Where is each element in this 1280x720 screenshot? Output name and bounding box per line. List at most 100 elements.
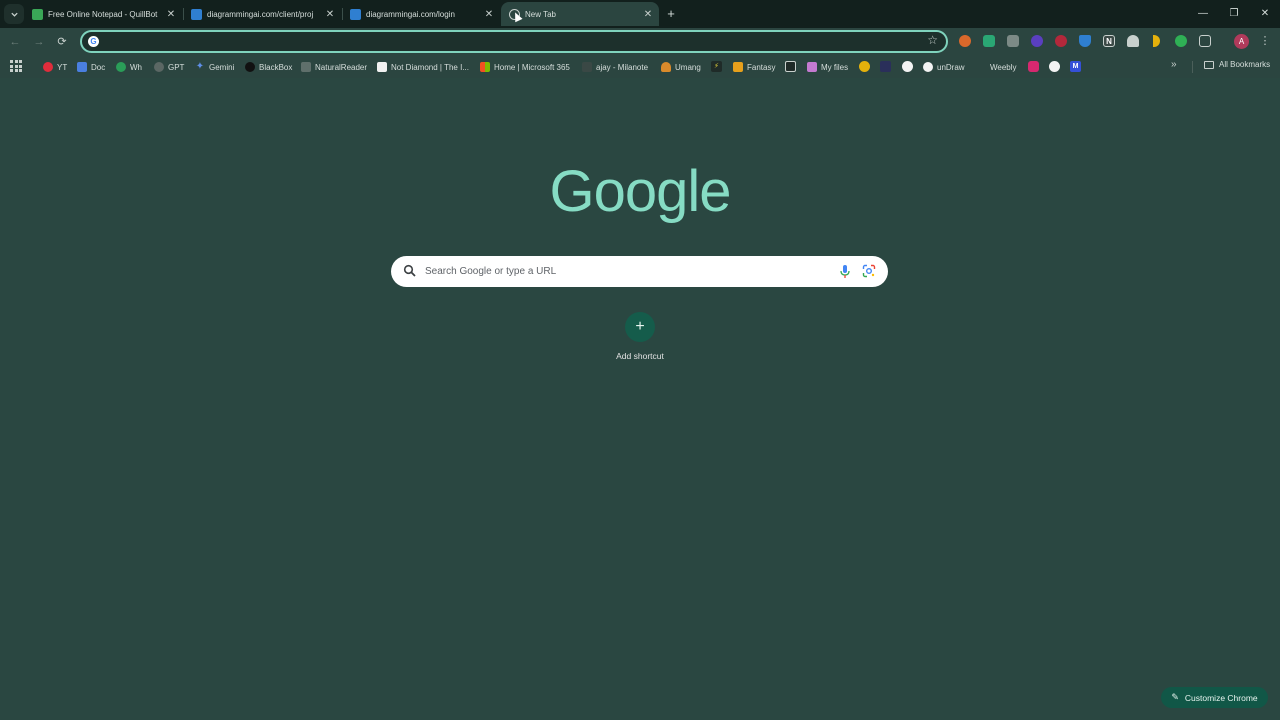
- bookmarks-divider: [1192, 61, 1193, 73]
- bolt-icon[interactable]: ⚡: [711, 61, 722, 72]
- bookmarks-overflow-button[interactable]: »: [1171, 59, 1177, 70]
- add-shortcut-button[interactable]: + Add shortcut: [600, 312, 680, 361]
- customize-chrome-label: Customize Chrome: [1184, 692, 1258, 703]
- tab-close-icon[interactable]: ✕: [323, 9, 337, 20]
- quillbot-icon: [32, 8, 43, 20]
- customize-chrome-button[interactable]: ✎ Customize Chrome: [1161, 687, 1268, 708]
- google-logo: Google: [549, 159, 731, 224]
- circle-icon[interactable]: [1049, 61, 1060, 72]
- bookmark-label: Fantasy: [747, 62, 776, 72]
- bookmark-umang[interactable]: Umang: [661, 60, 701, 74]
- instagram-icon[interactable]: [1028, 61, 1039, 72]
- extension-greenlink-icon[interactable]: [1175, 35, 1187, 47]
- close-window-button[interactable]: ✕: [1257, 6, 1273, 22]
- puzzle-icon[interactable]: [1199, 35, 1211, 47]
- folder-icon: [1204, 60, 1214, 69]
- tab-strip: Free Online Notepad - QuillBot ✕ diagram…: [0, 0, 1280, 28]
- bookmark-milanote[interactable]: ajay - Milanote: [582, 60, 648, 74]
- reload-button[interactable]: ⟳: [54, 34, 70, 50]
- forward-button[interactable]: →: [31, 34, 47, 50]
- apps-grid-icon[interactable]: [10, 60, 22, 72]
- undraw-icon: [923, 62, 933, 72]
- bookmark-label: Not Diamond | The I...: [391, 62, 469, 72]
- diagrammingai-icon: [350, 8, 361, 20]
- bookmark-star-icon[interactable]: ☆: [927, 33, 938, 47]
- edit-icon[interactable]: [902, 61, 913, 72]
- notion-icon[interactable]: N: [1103, 35, 1115, 47]
- toolbar: ← → ⟳ G ☆ N A ⋮: [0, 28, 1280, 55]
- new-tab-button[interactable]: +: [663, 6, 679, 22]
- tab-title: Free Online Notepad - QuillBot: [48, 9, 158, 19]
- bookmark-gemini[interactable]: ✦ Gemini: [195, 60, 235, 74]
- diagrammingai-icon: [191, 8, 202, 20]
- all-bookmarks-label: All Bookmarks: [1219, 60, 1271, 69]
- extension-orange-icon[interactable]: [959, 35, 971, 47]
- bookmark-naturalreader[interactable]: NaturalReader: [301, 60, 367, 74]
- smiley-icon[interactable]: [859, 61, 870, 72]
- extension-green-icon[interactable]: [983, 35, 995, 47]
- microsoft-icon: [480, 62, 490, 72]
- bookmark-weebly[interactable]: Weebly: [990, 60, 1017, 74]
- blackbox-icon: [245, 62, 255, 72]
- youtube-icon: [43, 62, 53, 72]
- address-bar[interactable]: G ☆: [80, 30, 948, 53]
- notdiamond-icon: [377, 62, 387, 72]
- bookmark-notdiamond[interactable]: Not Diamond | The I...: [377, 60, 469, 74]
- tab-close-icon[interactable]: ✕: [482, 9, 496, 20]
- search-icon: [403, 264, 416, 277]
- m-icon[interactable]: M: [1070, 61, 1081, 72]
- address-input[interactable]: [106, 34, 906, 49]
- tab-close-icon[interactable]: ✕: [641, 9, 655, 20]
- bookmark-label: YT: [57, 62, 68, 72]
- bookmark-label: Doc: [91, 62, 106, 72]
- minimize-button[interactable]: —: [1195, 6, 1211, 22]
- tab-close-icon[interactable]: ✕: [164, 9, 178, 20]
- tab-quillbot[interactable]: Free Online Notepad - QuillBot ✕: [24, 2, 182, 26]
- bookmark-label: Home | Microsoft 365: [494, 62, 570, 72]
- bookmark-label: NaturalReader: [315, 62, 368, 72]
- bookmark-label: Gemini: [209, 62, 235, 72]
- openai-icon: [154, 62, 164, 72]
- extension-yellow-icon[interactable]: [1153, 35, 1160, 47]
- bookmark-label: Umang: [675, 62, 701, 72]
- bookmark-label: GPT: [168, 62, 185, 72]
- extension-cloud-icon[interactable]: [1127, 35, 1139, 47]
- chrome-menu-button[interactable]: ⋮: [1259, 34, 1271, 49]
- back-button[interactable]: ←: [7, 34, 23, 50]
- files-icon: [807, 62, 817, 72]
- bookmark-wh[interactable]: Wh: [116, 60, 142, 74]
- tab-diagrammingai-login[interactable]: diagrammingai.com/login ✕: [342, 2, 500, 26]
- bookmark-label: Weebly: [990, 62, 1017, 72]
- bookmark-my-files[interactable]: My files: [807, 60, 848, 74]
- bookmark-gpt[interactable]: GPT: [154, 60, 184, 74]
- extension-shield-icon[interactable]: [1079, 35, 1091, 47]
- milanote-icon: [582, 62, 592, 72]
- bookmark-yt[interactable]: YT: [43, 60, 67, 74]
- extension-purple-icon[interactable]: [1031, 35, 1043, 47]
- tab-title: diagrammingai.com/client/proj: [207, 9, 314, 19]
- google-lens-icon[interactable]: [862, 264, 876, 278]
- umang-icon: [661, 62, 671, 72]
- bookmark-doc[interactable]: Doc: [77, 60, 105, 74]
- search-input[interactable]: [425, 263, 815, 279]
- bookmark-square-icon[interactable]: [785, 61, 796, 72]
- tab-search-button[interactable]: [4, 4, 24, 24]
- bookmark-blackbox[interactable]: BlackBox: [245, 60, 292, 74]
- all-bookmarks-button[interactable]: All Bookmarks: [1204, 60, 1270, 69]
- restore-button[interactable]: ❐: [1226, 6, 1242, 22]
- profile-avatar[interactable]: A: [1234, 34, 1249, 49]
- bookmarks-bar: YT Doc Wh GPT ✦ Gemini BlackBox NaturalR…: [0, 55, 1280, 78]
- tab-new-tab[interactable]: New Tab ✕: [501, 2, 659, 26]
- google-search-box[interactable]: [391, 256, 888, 287]
- microphone-icon[interactable]: [839, 264, 851, 279]
- pen-tool-icon[interactable]: [880, 61, 891, 72]
- bookmark-undraw[interactable]: unDraw: [923, 60, 965, 74]
- extension-red-icon[interactable]: [1055, 35, 1067, 47]
- bookmark-label: unDraw: [937, 62, 965, 72]
- bookmark-label: Wh: [130, 62, 142, 72]
- extension-gray-icon[interactable]: [1007, 35, 1019, 47]
- naturalreader-icon: [301, 62, 311, 72]
- tab-diagrammingai-project[interactable]: diagrammingai.com/client/proj ✕: [183, 2, 341, 26]
- bookmark-fantasy[interactable]: Fantasy: [733, 60, 775, 74]
- bookmark-microsoft365[interactable]: Home | Microsoft 365: [480, 60, 570, 74]
